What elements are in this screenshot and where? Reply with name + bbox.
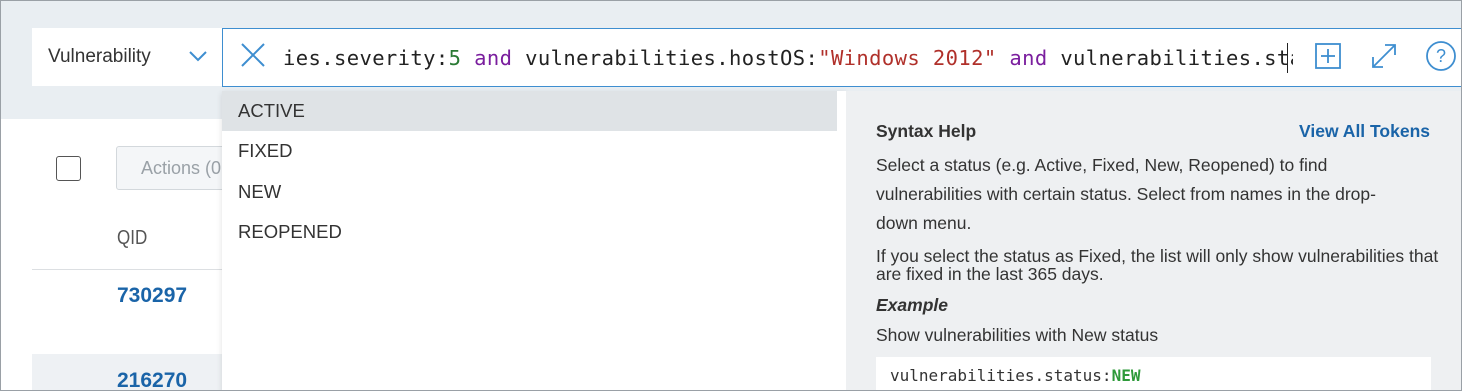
example-code-value: NEW [1111,366,1141,385]
clear-query-button[interactable] [223,29,283,86]
syntax-help-description: Select a status (e.g. Active, Fixed, New… [876,155,1376,233]
example-description: Show vulnerabilities with New status [876,325,1159,345]
suggestion-new[interactable]: NEW [222,172,837,212]
syntax-help-panel: Syntax Help View All Tokens Select a sta… [846,91,1461,390]
query-token: 5 [448,45,462,70]
help-icon: ? [1425,40,1457,77]
category-select[interactable]: Vulnerability [32,28,222,86]
close-icon [240,42,266,73]
divider [32,269,232,270]
text-caret [1287,43,1288,73]
select-all-checkbox[interactable] [56,156,81,181]
suggestion-reopened[interactable]: REOPENED [222,212,837,252]
expand-query-button[interactable] [1368,42,1400,74]
syntax-help-title: Syntax Help [876,121,977,141]
query-token: vulnerabilities.status: [1060,45,1293,70]
app-frame: Vulnerability ies.severity: 5 and vulnera… [0,0,1462,391]
view-all-tokens-link[interactable]: View All Tokens [1299,121,1430,142]
qid-link[interactable]: 216270 [117,369,187,390]
add-icon [1314,42,1342,75]
qid-link[interactable]: 730297 [117,284,187,308]
expand-icon [1369,41,1399,76]
query-token: "Windows 2012" [818,45,997,70]
column-header-qid[interactable]: QID [117,227,147,250]
status-suggestions-dropdown: ACTIVE FIXED NEW REOPENED [222,91,846,390]
syntax-help-note: If you select the status as Fixed, the l… [876,246,1439,284]
query-token: ies.severity: [283,45,449,70]
svg-text:?: ? [1436,46,1446,66]
query-text[interactable]: ies.severity: 5 and vulnerabilities.hostO… [283,29,1293,86]
query-token: and [996,45,1061,70]
actions-button-label: Actions (0 [141,157,222,178]
query-token: vulnerabilities.hostOS: [525,45,819,70]
example-code: vulnerabilities.status:NEW [876,357,1431,390]
help-button[interactable]: ? [1425,40,1457,77]
suggestion-active[interactable]: ACTIVE [222,91,837,131]
example-code-field: vulnerabilities.status: [890,366,1112,385]
query-token: and [461,45,526,70]
example-heading: Example [876,295,948,315]
suggestion-fixed[interactable]: FIXED [222,131,837,171]
category-select-value: Vulnerability [48,46,151,67]
actions-button[interactable]: Actions (0 [116,146,236,190]
chevron-down-icon [188,46,208,72]
add-query-button[interactable] [1312,42,1344,74]
query-input[interactable]: ies.severity: 5 and vulnerabilities.hostO… [222,28,1461,87]
